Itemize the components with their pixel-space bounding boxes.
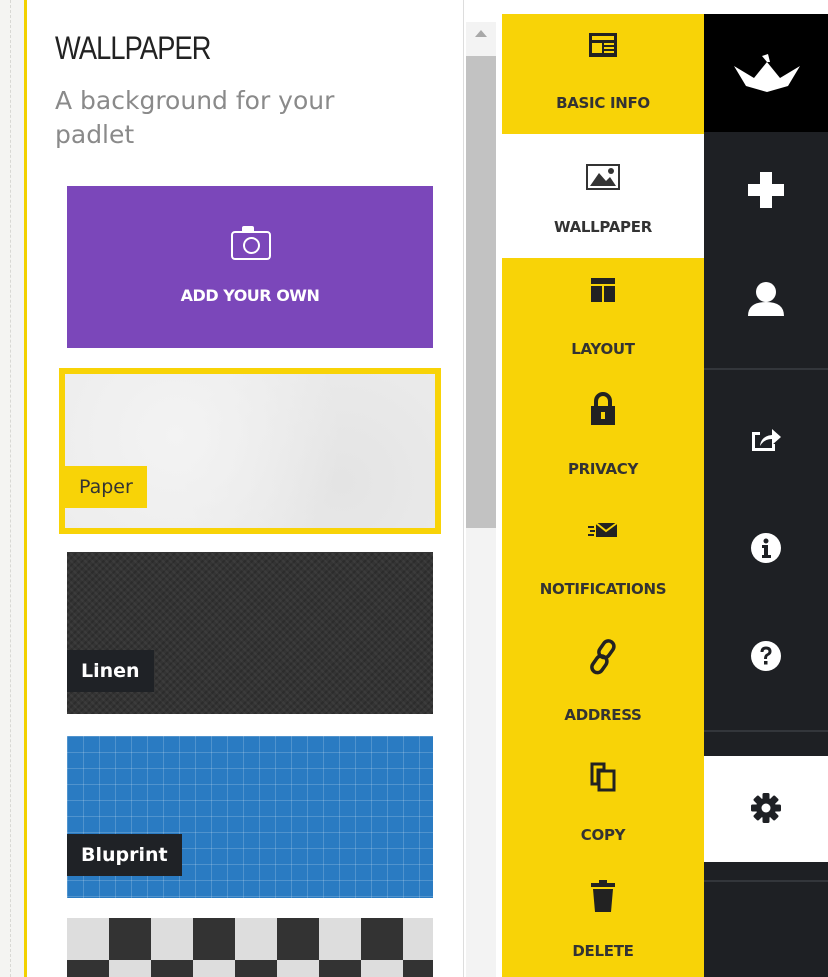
newspaper-icon xyxy=(589,33,617,57)
wallpaper-option-blueprint[interactable]: Bluprint xyxy=(67,736,433,898)
wallpaper-option-paper[interactable]: Paper xyxy=(59,368,441,534)
share-icon xyxy=(752,429,781,451)
envelope-icon xyxy=(588,522,618,537)
menu-item-copy[interactable]: COPY xyxy=(502,742,704,860)
settings-menu: BASIC INFO WALLPAPER LAYOUT PRIVACY NOTI… xyxy=(502,14,704,977)
menu-label: ADDRESS xyxy=(564,706,642,724)
page-edge-strip xyxy=(0,0,24,977)
menu-item-wallpaper[interactable]: WALLPAPER xyxy=(502,134,704,258)
account-button[interactable] xyxy=(704,252,828,368)
right-sidebar-rail xyxy=(704,14,828,977)
info-button[interactable] xyxy=(704,494,828,604)
wallpaper-panel: WALLPAPER A background for your padlet A… xyxy=(24,0,464,977)
add-post-button[interactable] xyxy=(704,132,828,252)
menu-label: COPY xyxy=(580,826,626,844)
menu-item-address[interactable]: ADDRESS xyxy=(502,618,704,742)
help-icon xyxy=(751,641,781,671)
menu-label: PRIVACY xyxy=(567,460,639,478)
user-icon xyxy=(748,282,784,316)
scroll-thumb[interactable] xyxy=(466,56,496,528)
wallpaper-label: Paper xyxy=(65,466,147,508)
logo-area[interactable] xyxy=(704,14,828,132)
settings-button[interactable] xyxy=(704,756,828,862)
rail-divider xyxy=(704,880,828,882)
share-button[interactable] xyxy=(704,370,828,494)
camera-icon xyxy=(231,226,271,260)
info-icon xyxy=(751,533,781,563)
panel-title: WALLPAPER xyxy=(55,30,211,66)
menu-item-privacy[interactable]: PRIVACY xyxy=(502,378,704,498)
add-own-wallpaper-button[interactable]: ADD YOUR OWN xyxy=(67,186,433,348)
help-button[interactable] xyxy=(704,604,828,730)
wallpaper-option-checker[interactable] xyxy=(67,918,433,977)
lock-icon xyxy=(591,392,615,425)
trash-icon xyxy=(591,880,615,912)
plus-icon xyxy=(748,172,784,208)
menu-label: NOTIFICATIONS xyxy=(539,580,667,598)
menu-label: WALLPAPER xyxy=(554,218,652,236)
panel-subtitle: A background for your padlet xyxy=(55,86,335,149)
link-icon xyxy=(590,639,616,675)
scroll-up-arrow-icon[interactable] xyxy=(475,30,487,37)
menu-item-basic-info[interactable]: BASIC INFO xyxy=(502,14,704,134)
crane-logo-icon xyxy=(734,54,800,92)
gear-icon xyxy=(751,793,781,823)
menu-item-notifications[interactable]: NOTIFICATIONS xyxy=(502,498,704,618)
menu-label: BASIC INFO xyxy=(556,94,650,112)
menu-label: DELETE xyxy=(572,942,634,960)
wallpaper-label: Linen xyxy=(67,650,154,692)
add-own-label: ADD YOUR OWN xyxy=(180,286,320,305)
image-icon xyxy=(586,164,620,190)
menu-label: LAYOUT xyxy=(571,340,635,358)
copy-icon xyxy=(590,762,616,792)
rail-divider xyxy=(704,730,828,732)
wallpaper-option-linen[interactable]: Linen xyxy=(67,552,433,714)
panel-scrollbar[interactable] xyxy=(466,22,496,977)
menu-item-layout[interactable]: LAYOUT xyxy=(502,258,704,378)
menu-item-delete[interactable]: DELETE xyxy=(502,860,704,977)
wallpaper-label: Bluprint xyxy=(67,834,182,876)
layout-icon xyxy=(591,278,615,302)
